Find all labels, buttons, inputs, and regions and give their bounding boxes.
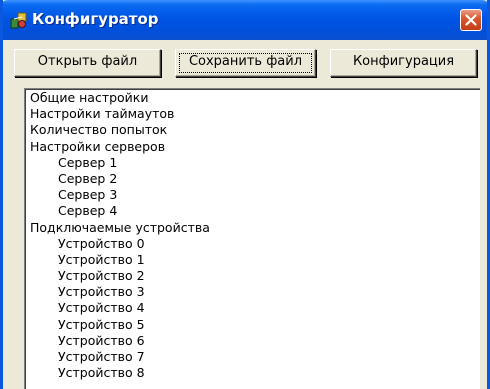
window-title: Конфигуратор	[32, 10, 159, 28]
close-button[interactable]	[460, 9, 482, 31]
tree-item[interactable]: Устройство 7	[30, 349, 210, 365]
tree-item[interactable]: Подключаемые устройства	[30, 220, 210, 236]
close-icon	[465, 14, 477, 26]
tree-item[interactable]: Устройство 4	[30, 300, 210, 316]
tree-item[interactable]: Сервер 3	[30, 187, 210, 203]
settings-tree[interactable]: Общие настройки Настройки таймаутов Количе…	[24, 88, 480, 389]
tree-item[interactable]: Настройки серверов	[30, 139, 210, 155]
tree-item[interactable]: Устройство 1	[30, 252, 210, 268]
save-file-label: Сохранить файл	[188, 54, 303, 69]
tree-item[interactable]: Устройство 8	[30, 365, 210, 381]
tree-item[interactable]: Сервер 4	[30, 203, 210, 219]
open-file-button[interactable]: Открыть файл	[14, 49, 161, 77]
tree-item[interactable]: Устройство 3	[30, 284, 210, 300]
configurator-window: Конфигуратор Открыть файл Сохранить файл…	[0, 0, 490, 389]
configuration-button[interactable]: Конфигурация	[330, 49, 477, 77]
title-bar[interactable]: Конфигуратор	[3, 0, 487, 40]
tree-item[interactable]: Устройство 5	[30, 317, 210, 333]
tree-list: Общие настройки Настройки таймаутов Количе…	[30, 90, 210, 381]
save-file-button[interactable]: Сохранить файл	[175, 49, 316, 77]
tree-item[interactable]: Настройки таймаутов	[30, 106, 210, 122]
tree-item[interactable]: Количество попыток	[30, 122, 210, 138]
tree-item[interactable]: Устройство 6	[30, 333, 210, 349]
tree-item[interactable]: Общие настройки	[30, 90, 210, 106]
tree-item[interactable]: Сервер 1	[30, 155, 210, 171]
configurator-app-icon	[10, 11, 28, 29]
tree-item[interactable]: Сервер 2	[30, 171, 210, 187]
tree-item[interactable]: Устройство 0	[30, 236, 210, 252]
tree-item[interactable]: Устройство 2	[30, 268, 210, 284]
